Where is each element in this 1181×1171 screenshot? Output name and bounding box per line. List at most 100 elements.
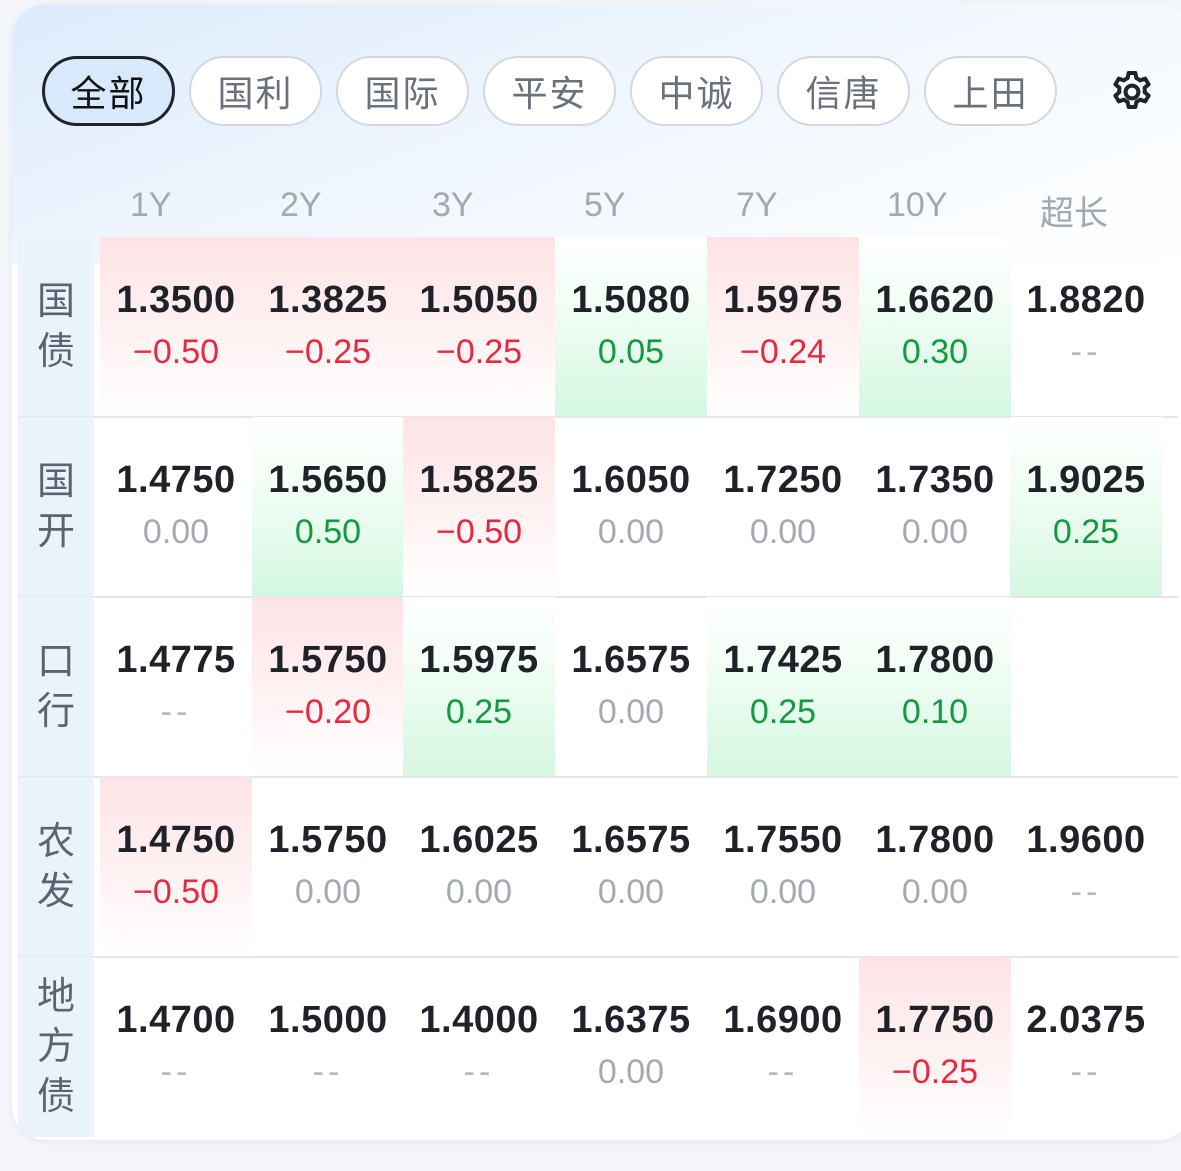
row-label-text: 口行 [36,641,75,733]
rate-value: 1.6050 [571,459,691,501]
filter-tab-bar: 全部 国利 国际 平安 中诚 信唐 上田 [42,56,1057,126]
rate-value: 1.4750 [116,459,236,501]
table-row[interactable]: 农发 1.4750 −0.50 1.5750 0.00 1.6025 0.00 1.6575 0… [18,777,1178,957]
rate-value: 1.5650 [268,459,388,501]
column-header: 5Y [584,186,626,224]
rate-value: 1.6620 [875,279,995,321]
column-header: 超长 [1040,195,1108,233]
table-row[interactable]: 口行 1.4775 -- 1.5750 −0.20 1.5975 0.25 1.6575 0.0… [18,597,1178,777]
table-row[interactable]: 国债 1.3500 −0.50 1.3825 −0.25 1.5050 −0.25 1.508… [18,237,1178,417]
rate-cell[interactable]: 1.7800 0.00 [859,777,1011,957]
rate-change: 0.00 [445,873,513,911]
gear-icon[interactable] [1108,68,1156,116]
yield-card: 全部 国利 国际 平安 中诚 信唐 上田 1Y 2Y 3Y 5Y 7Y 10Y 超长 国债 1.3500 −… [12,4,1181,1140]
tab-1[interactable]: 国利 [189,56,322,126]
rate-cell[interactable]: 1.5975 0.25 [403,597,555,777]
rate-change: -- [160,693,192,731]
tab-3[interactable]: 平安 [483,56,616,126]
rate-cell[interactable]: 1.5080 0.05 [555,237,707,417]
rate-cell[interactable]: 1.5825 −0.50 [403,417,555,597]
rate-change: 0.00 [142,513,210,551]
rate-cell[interactable]: 1.4700 -- [100,957,252,1137]
rate-change: 0.50 [294,513,362,551]
rate-value: 1.6900 [723,999,843,1041]
rate-cell[interactable]: 1.6575 0.00 [555,597,707,777]
rate-cell[interactable]: 1.6050 0.00 [555,417,707,597]
row-label-text: 国债 [36,281,75,373]
rate-value: 1.7750 [875,999,995,1041]
rate-value: 1.8820 [1026,279,1146,321]
rate-cell[interactable]: 1.5650 0.50 [252,417,404,597]
rate-cell[interactable]: 2.0375 -- [1010,957,1162,1137]
rate-value: 1.5050 [419,279,539,321]
tab-0[interactable]: 全部 [42,56,175,126]
row-label: 地方债 [18,957,94,1137]
rate-value: 1.6375 [571,999,691,1041]
rate-change: 0.00 [597,693,665,731]
row-label-text: 地方债 [36,976,75,1118]
rate-value: 1.7350 [875,459,995,501]
rate-change: -- [160,1053,192,1091]
rate-change: 0.00 [597,513,665,551]
rate-value: 1.5975 [723,279,843,321]
rate-change: 0.25 [445,693,513,731]
rate-change: −0.50 [435,513,523,551]
row-label: 国开 [18,417,94,597]
rate-change: 0.00 [901,873,969,911]
rate-value: 1.4775 [116,639,236,681]
rate-cell[interactable]: 1.6620 0.30 [859,237,1011,417]
rate-cell[interactable]: 1.3825 −0.25 [252,237,404,417]
rate-change: 0.30 [901,333,969,371]
rate-cell[interactable]: 1.5975 −0.24 [707,237,859,417]
column-header: 10Y [887,186,948,224]
rate-change: 0.00 [901,513,969,551]
tab-6[interactable]: 上田 [924,56,1057,126]
rate-cell[interactable]: 1.5750 0.00 [252,777,404,957]
rate-cell[interactable]: 1.5750 −0.20 [252,597,404,777]
rate-cell[interactable]: 1.7425 0.25 [707,597,859,777]
row-label: 国债 [18,237,94,417]
rate-change: 0.25 [1052,513,1120,551]
rate-change: −0.25 [284,333,372,371]
rate-value: 1.9600 [1026,819,1146,861]
rate-cell[interactable]: 1.6025 0.00 [403,777,555,957]
rate-value: 1.6025 [419,819,539,861]
rate-cell[interactable]: 1.4000 -- [403,957,555,1137]
rate-change: −0.50 [132,333,220,371]
rate-cell[interactable]: 1.7750 −0.25 [859,957,1011,1137]
rate-value: 1.4000 [419,999,539,1041]
column-header: 2Y [280,186,322,224]
rate-change: −0.50 [132,873,220,911]
table-row[interactable]: 国开 1.4750 0.00 1.5650 0.50 1.5825 −0.50 1.6050 0… [18,417,1178,597]
tab-4[interactable]: 中诚 [630,56,763,126]
rate-cell[interactable]: 1.5000 -- [252,957,404,1137]
rate-cell[interactable]: 1.6900 -- [707,957,859,1137]
rate-change: 0.00 [749,513,817,551]
rate-cell[interactable]: 1.5050 −0.25 [403,237,555,417]
rate-change: 0.00 [294,873,362,911]
tab-2[interactable]: 国际 [336,56,469,126]
rate-value: 1.7800 [875,639,995,681]
rate-cell[interactable]: 1.7550 0.00 [707,777,859,957]
rate-cell[interactable]: 1.3500 −0.50 [100,237,252,417]
rate-cell[interactable] [1010,597,1162,777]
rate-cell[interactable]: 1.9025 0.25 [1010,417,1162,597]
rate-value: 1.5750 [268,819,388,861]
rate-value: 2.0375 [1026,999,1146,1041]
rate-cell[interactable]: 1.7250 0.00 [707,417,859,597]
table-row[interactable]: 地方债 1.4700 -- 1.5000 -- 1.4000 -- 1.6375 0.00 1.6… [18,957,1178,1137]
rate-cell[interactable]: 1.6575 0.00 [555,777,707,957]
rate-cell[interactable]: 1.7350 0.00 [859,417,1011,597]
rate-cell[interactable]: 1.6375 0.00 [555,957,707,1137]
tab-5[interactable]: 信唐 [777,56,910,126]
rate-cell[interactable]: 1.9600 -- [1010,777,1162,957]
rate-cell[interactable]: 1.4775 -- [100,597,252,777]
rate-cell[interactable]: 1.4750 −0.50 [100,777,252,957]
rate-value: 1.5750 [268,639,388,681]
column-header: 3Y [432,186,474,224]
rate-cell[interactable]: 1.8820 -- [1010,237,1162,417]
rate-cell[interactable]: 1.4750 0.00 [100,417,252,597]
row-label-text: 农发 [36,821,75,913]
rate-cell[interactable]: 1.7800 0.10 [859,597,1011,777]
rate-value: 1.3500 [116,279,236,321]
